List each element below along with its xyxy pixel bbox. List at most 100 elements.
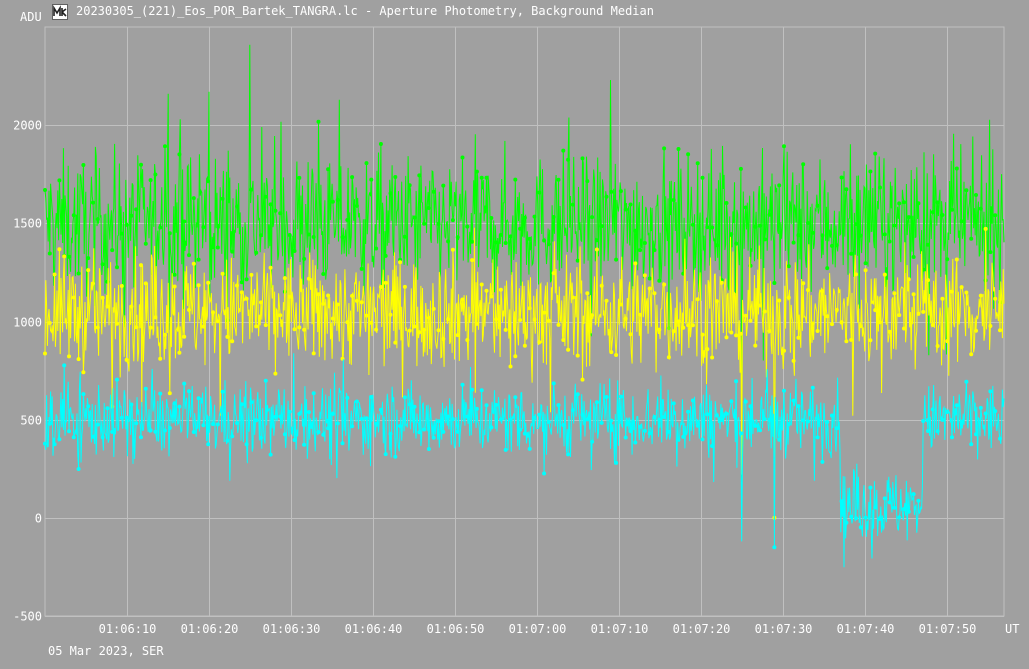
- data-point: [892, 223, 897, 228]
- data-point: [316, 430, 321, 435]
- data-point: [62, 363, 67, 368]
- data-point: [662, 282, 667, 287]
- data-point: [652, 415, 657, 419]
- data-point: [76, 271, 81, 276]
- data-point: [489, 216, 494, 220]
- data-point: [187, 389, 191, 394]
- data-point: [743, 313, 748, 318]
- data-point: [762, 237, 767, 242]
- data-point: [950, 207, 954, 212]
- data-point: [542, 310, 547, 315]
- data-point: [86, 404, 91, 409]
- data-point: [590, 439, 595, 444]
- data-point: [935, 200, 940, 205]
- light-curve-chart: ADU UT -500 0 500 1000 1500 2000 01:06:10 01:06…: [13, 10, 1019, 636]
- data-point: [388, 191, 393, 196]
- data-point: [964, 379, 969, 384]
- data-point: [642, 241, 647, 245]
- data-point: [503, 241, 508, 245]
- data-point: [172, 401, 177, 406]
- data-point: [849, 337, 854, 342]
- data-point: [945, 257, 950, 262]
- data-point: [211, 422, 215, 426]
- data-point: [609, 350, 614, 355]
- data-point: [402, 395, 407, 400]
- data-point: [830, 413, 834, 418]
- data-point: [777, 298, 782, 303]
- data-point: [767, 212, 772, 217]
- data-point: [854, 272, 858, 277]
- data-point: [734, 333, 739, 338]
- data-point: [729, 399, 734, 404]
- data-point: [767, 329, 772, 333]
- data-point: [196, 283, 201, 288]
- data-point: [182, 334, 187, 339]
- data-point: [52, 442, 57, 447]
- data-point: [359, 266, 364, 271]
- y-tick-label: 1500: [13, 217, 42, 231]
- data-point: [254, 418, 259, 423]
- data-point: [177, 350, 182, 355]
- data-point: [163, 332, 167, 337]
- data-point: [902, 200, 906, 205]
- data-point: [52, 272, 57, 277]
- data-point: [302, 327, 307, 332]
- data-point: [393, 175, 398, 179]
- data-point: [897, 515, 902, 520]
- data-point: [148, 428, 153, 433]
- data-point: [119, 415, 124, 420]
- data-point: [335, 198, 340, 202]
- data-point: [844, 187, 849, 192]
- data-point: [690, 323, 695, 328]
- x-tick-label: 01:07:10: [591, 622, 649, 636]
- data-point: [551, 271, 556, 276]
- data-point: [830, 243, 834, 248]
- data-point: [786, 421, 791, 426]
- x-axis-label: UT: [1005, 622, 1019, 636]
- data-point: [177, 152, 182, 157]
- data-point: [921, 309, 926, 314]
- data-point: [815, 203, 820, 208]
- data-point: [148, 178, 153, 183]
- data-point: [139, 263, 143, 268]
- data-point: [455, 429, 460, 434]
- data-point: [575, 353, 580, 358]
- data-point: [566, 347, 571, 352]
- data-point: [254, 250, 259, 255]
- data-point: [887, 500, 892, 505]
- data-point: [57, 178, 62, 183]
- data-point: [431, 306, 436, 311]
- data-point: [734, 379, 739, 384]
- data-point: [599, 420, 604, 425]
- data-point: [191, 261, 196, 266]
- data-point: [878, 185, 882, 190]
- data-point: [729, 330, 734, 335]
- data-point: [710, 225, 715, 230]
- data-point: [796, 233, 801, 238]
- data-point: [191, 430, 196, 434]
- data-point: [225, 438, 230, 443]
- data-point: [311, 351, 316, 356]
- data-point: [244, 442, 249, 447]
- data-point: [695, 423, 700, 428]
- data-point: [580, 377, 585, 382]
- data-point: [407, 183, 412, 188]
- data-point: [676, 319, 681, 324]
- data-point: [940, 213, 945, 217]
- data-point: [383, 452, 388, 457]
- data-point: [374, 421, 379, 426]
- data-point: [273, 414, 278, 419]
- data-point: [311, 391, 316, 396]
- data-point: [782, 388, 786, 393]
- y-tick-label: -500: [13, 610, 42, 624]
- y-axis-label: ADU: [20, 10, 42, 24]
- data-point: [878, 516, 882, 521]
- data-point: [345, 218, 350, 222]
- data-point: [959, 419, 964, 424]
- data-point: [412, 215, 417, 220]
- data-point: [604, 194, 609, 199]
- data-point: [825, 266, 830, 271]
- data-point: [926, 429, 930, 433]
- data-point: [810, 321, 815, 326]
- data-point: [350, 175, 355, 180]
